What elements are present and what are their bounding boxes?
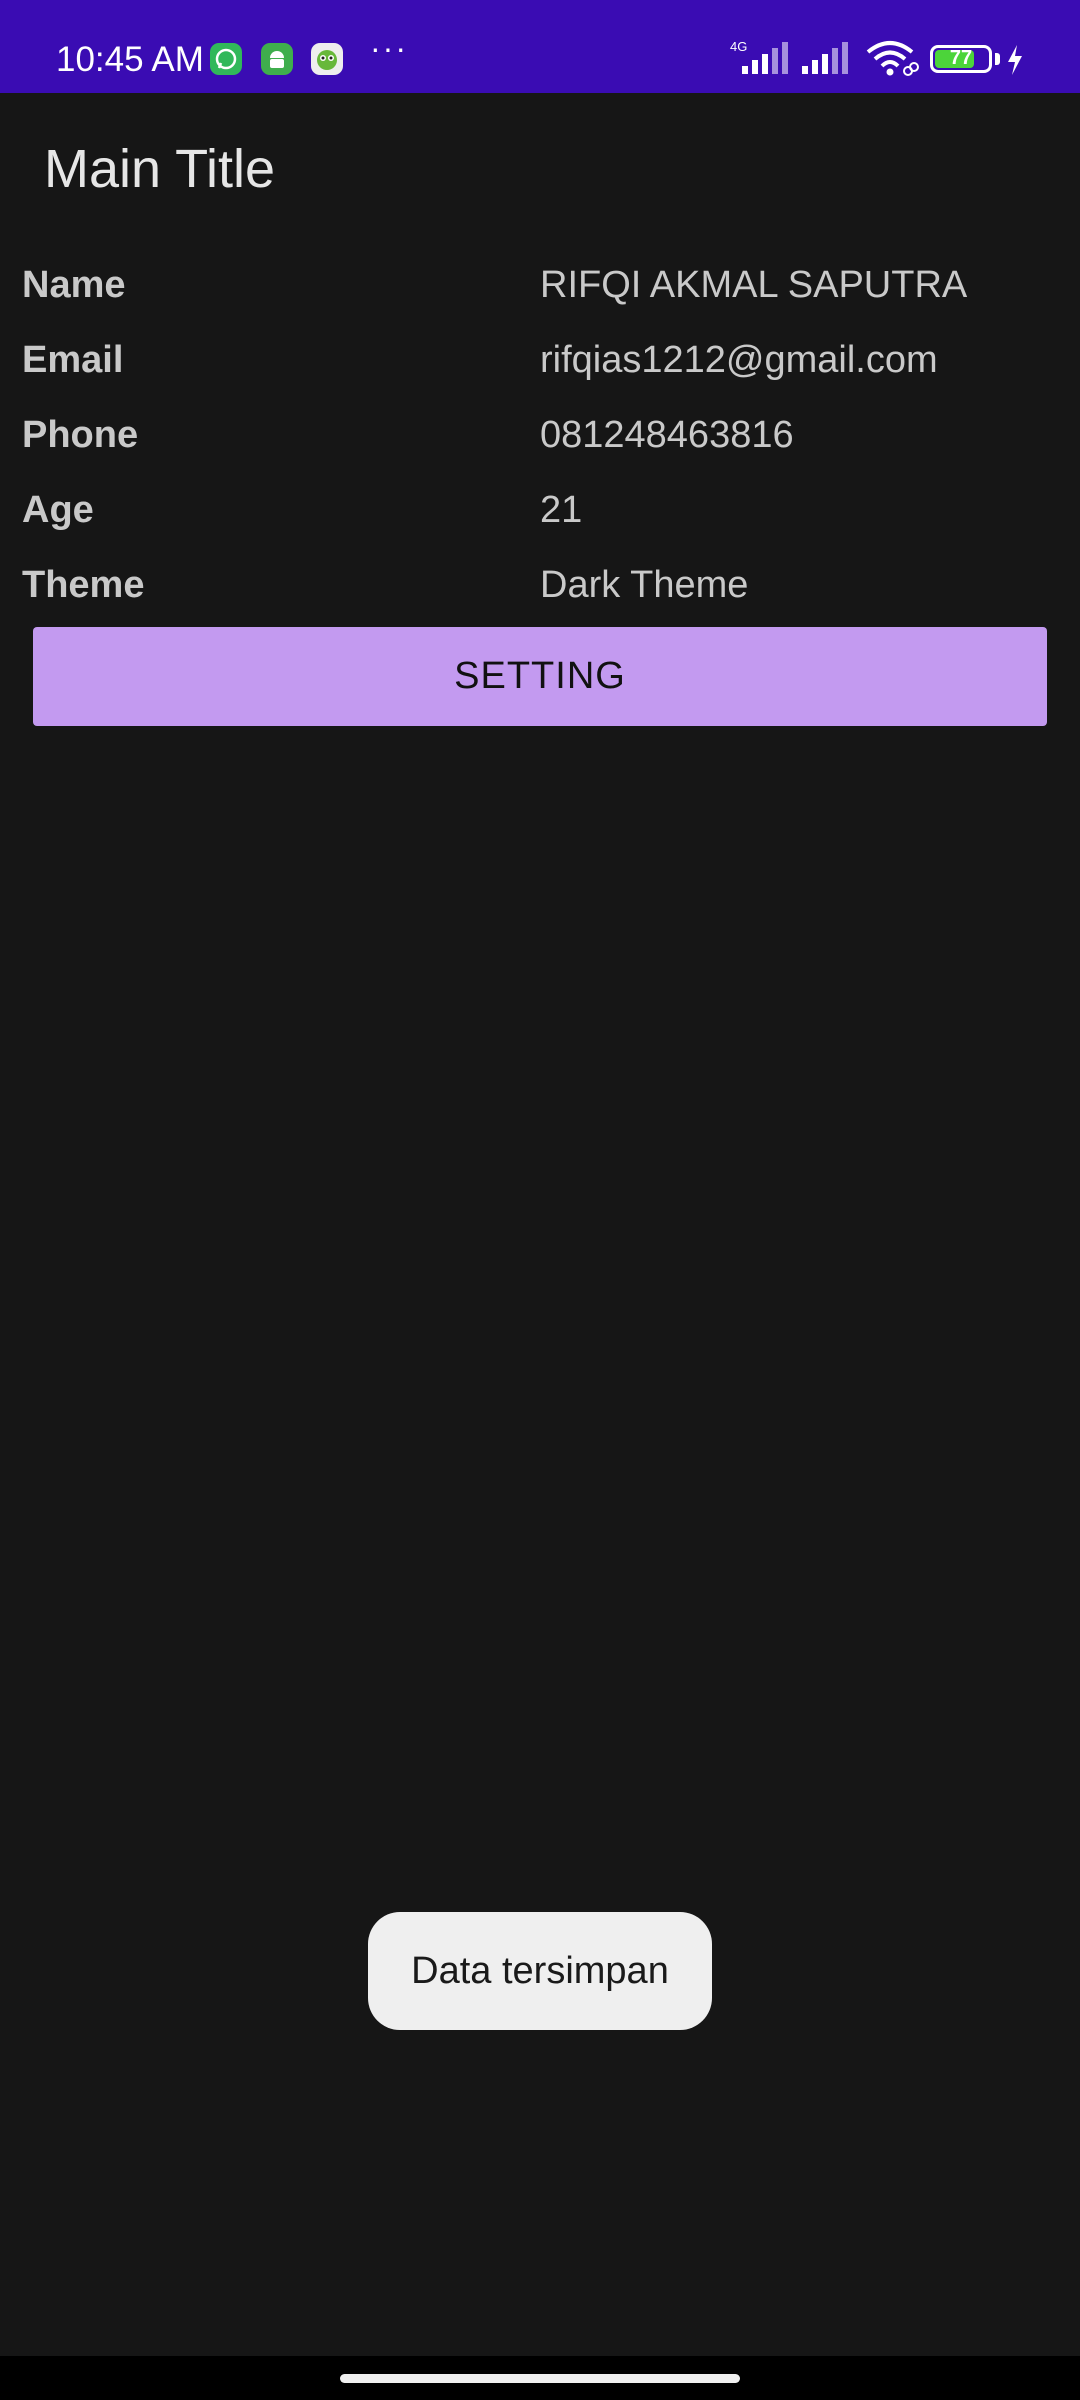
- theme-value: Dark Theme: [540, 564, 749, 606]
- network-type-label: 4G: [730, 39, 747, 54]
- signal-icon: 4G: [730, 39, 788, 74]
- battery-cap: [995, 53, 1000, 65]
- info-row-age: Age 21: [0, 489, 1080, 564]
- whatsapp-icon: [210, 43, 242, 75]
- app-icon: [311, 43, 343, 75]
- charging-icon: [1008, 45, 1022, 75]
- email-label: Email: [22, 339, 124, 381]
- info-row-name: Name RIFQI AKMAL SAPUTRA: [0, 264, 1080, 339]
- android-icon: [261, 43, 293, 75]
- wifi-icon: [866, 41, 919, 76]
- theme-label: Theme: [22, 564, 145, 606]
- info-row-email: Email rifqias1212@gmail.com: [0, 339, 1080, 414]
- phone-value: 081248463816: [540, 414, 794, 456]
- name-value: RIFQI AKMAL SAPUTRA: [540, 264, 968, 306]
- toast-message: Data tersimpan: [368, 1912, 712, 2030]
- age-value: 21: [540, 489, 583, 531]
- page-title: Main Title: [44, 139, 276, 199]
- phone-label: Phone: [22, 414, 139, 456]
- home-gesture-handle[interactable]: [340, 2374, 740, 2383]
- battery-level: 77: [949, 47, 973, 69]
- status-time: 10:45 AM: [56, 40, 204, 79]
- setting-button[interactable]: SETTING: [33, 627, 1047, 726]
- info-row-phone: Phone 081248463816: [0, 414, 1080, 489]
- more-notifications-icon: ···: [370, 30, 408, 66]
- status-bar: 10:45 AM ··· 4G 77: [0, 0, 1080, 93]
- age-label: Age: [22, 489, 94, 531]
- screen: 10:45 AM ··· 4G 77 Main Title Name RIFQI…: [0, 0, 1080, 2400]
- signal-icon: [802, 42, 848, 74]
- battery-icon: 77: [930, 45, 992, 73]
- name-label: Name: [22, 264, 126, 306]
- email-value: rifqias1212@gmail.com: [540, 339, 938, 381]
